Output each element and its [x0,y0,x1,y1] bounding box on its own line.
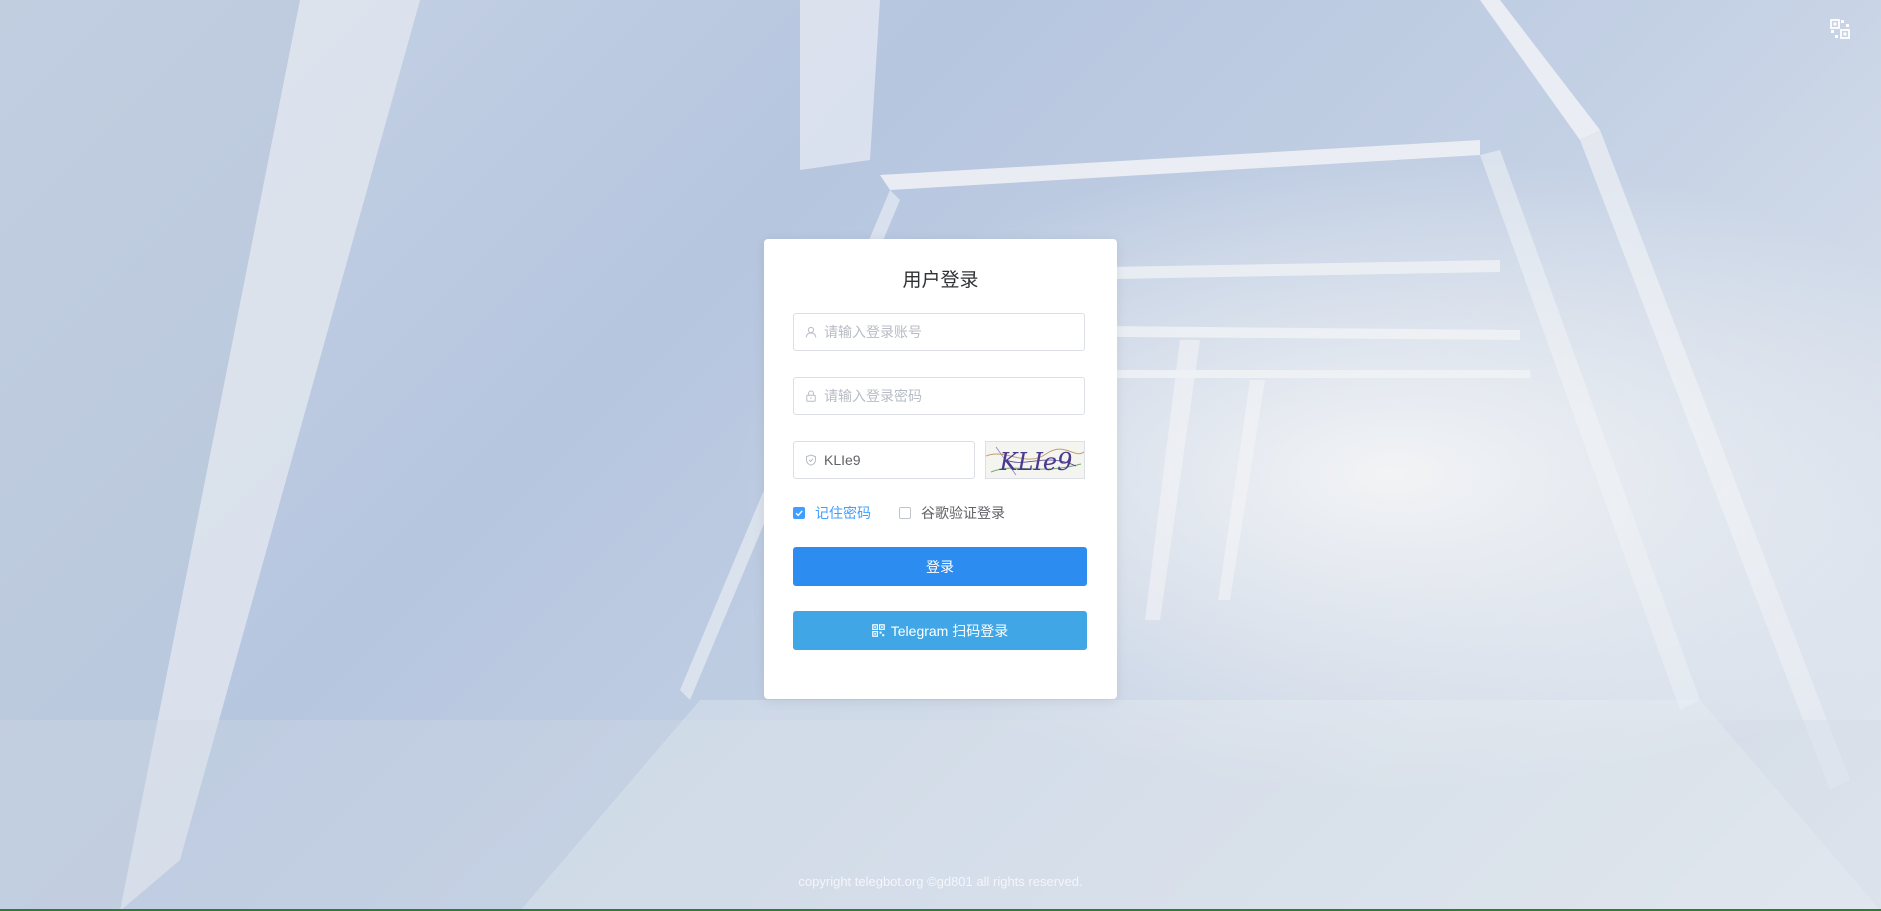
login-title: 用户登录 [902,270,979,291]
login-page: 用户登录 请输入登录账号 KLIe9 KLIe9 记住密码 谷歌验证登录 登录 … [0,0,1881,911]
captcha-input[interactable] [824,452,964,468]
qrcode-icon [871,624,885,637]
checkmark-icon [795,510,803,517]
telegram-login-label: Telegram 扫码登录 [890,622,1009,639]
remember-label[interactable]: 记住密码 [815,503,871,523]
captcha-field[interactable] [793,441,975,479]
username-field[interactable] [793,313,1085,351]
copyright-text: copyright telegbot.org ©gd801 all rights… [798,874,1083,889]
login-card: 用户登录 请输入登录账号 KLIe9 KLIe9 记住密码 谷歌验证登录 登录 … [764,239,1117,699]
shield-icon [804,453,818,467]
login-button[interactable]: 登录 [793,547,1087,586]
captcha-text: KLIe9 [999,448,1073,476]
telegram-login-button[interactable]: Telegram 扫码登录 [793,611,1087,650]
lock-icon [804,389,818,403]
qrcode-switch-icon[interactable] [1829,18,1851,40]
password-input[interactable] [824,388,1064,404]
login-options: 记住密码 谷歌验证登录 [793,505,1005,521]
google-auth-checkbox[interactable] [899,507,911,519]
google-auth-label[interactable]: 谷歌验证登录 [921,503,1005,523]
password-field[interactable] [793,377,1085,415]
captcha-image[interactable]: KLIe9 [985,441,1085,479]
user-icon [804,325,818,339]
username-input[interactable] [824,324,1064,340]
remember-checkbox[interactable] [793,507,805,519]
